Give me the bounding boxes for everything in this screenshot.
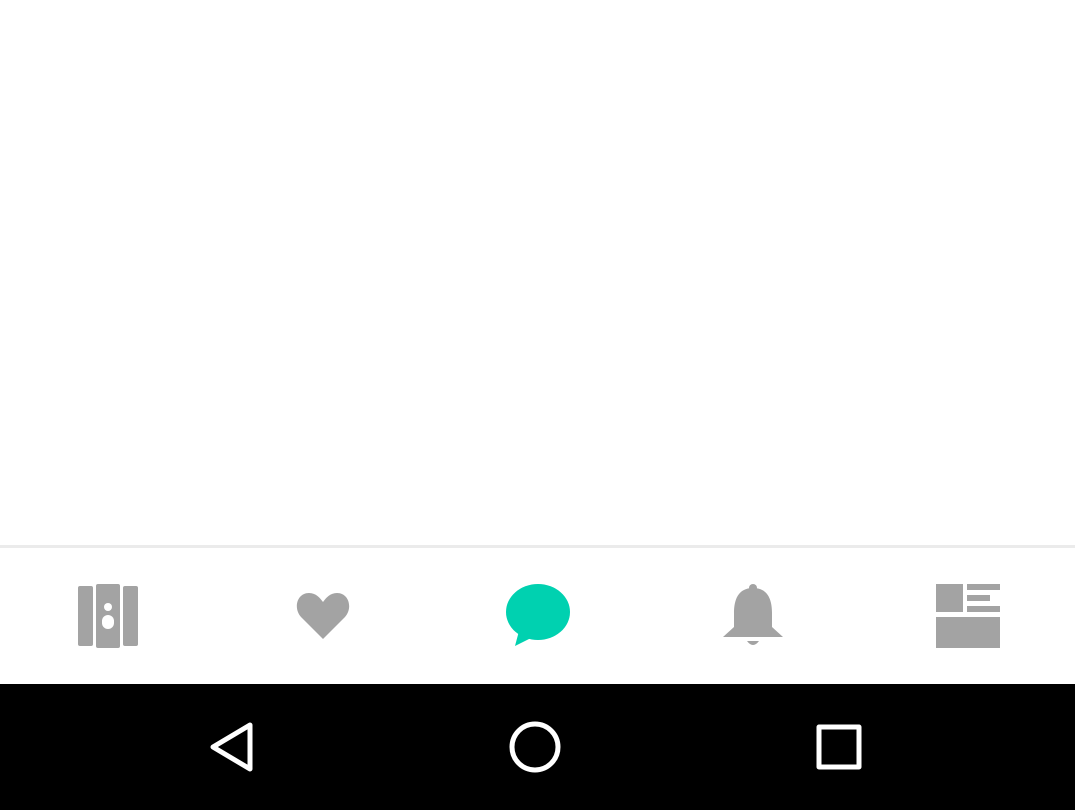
tab-likes[interactable]	[215, 548, 430, 684]
chat-bubble-icon	[505, 584, 570, 646]
tab-notifications[interactable]	[645, 548, 860, 684]
back-triangle-icon	[210, 722, 253, 772]
recents-square-icon	[816, 724, 862, 770]
heart-icon	[296, 593, 349, 639]
people-book-icon	[77, 584, 138, 648]
recents-button[interactable]	[779, 684, 899, 810]
dashboard-icon	[935, 584, 1000, 648]
bottom-tab-bar	[0, 545, 1075, 684]
tab-feed[interactable]	[860, 548, 1075, 684]
content-area	[0, 0, 1075, 545]
tab-browse[interactable]	[0, 548, 215, 684]
back-button[interactable]	[172, 684, 292, 810]
bell-icon	[722, 584, 783, 645]
home-circle-icon	[509, 721, 561, 773]
app-screen	[0, 0, 1075, 810]
system-navigation-bar	[0, 684, 1075, 810]
tab-messages[interactable]	[430, 548, 645, 684]
home-button[interactable]	[475, 684, 595, 810]
